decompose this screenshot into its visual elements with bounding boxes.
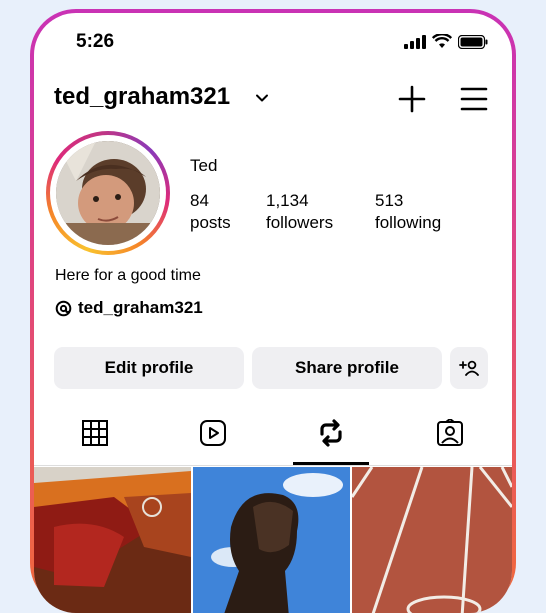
account-username[interactable]: ted_graham321 <box>54 83 230 111</box>
tagged-icon[interactable] <box>436 419 464 447</box>
stat-followers-label: followers <box>266 213 334 232</box>
signal-icon <box>404 34 426 49</box>
add-person-icon <box>459 360 479 376</box>
stat-posts[interactable]: 84 posts <box>190 190 231 234</box>
avatar-ring-gap <box>50 135 166 251</box>
discover-people-button[interactable] <box>450 347 488 389</box>
edit-profile-button[interactable]: Edit profile <box>54 347 244 389</box>
tab-divider <box>34 465 512 466</box>
avatar[interactable] <box>56 141 160 245</box>
status-time: 5:26 <box>76 31 115 52</box>
threads-icon <box>55 300 72 316</box>
profile-header: ted_graham321 <box>34 83 512 119</box>
avatar-photo <box>56 141 160 245</box>
stat-following-value: 513 <box>375 191 404 210</box>
display-name: Ted <box>190 156 218 175</box>
post-thumbnail-car[interactable] <box>34 467 191 613</box>
grid-icon[interactable] <box>81 419 109 447</box>
share-profile-button[interactable]: Share profile <box>252 347 442 389</box>
post-image-track <box>352 467 512 613</box>
bio-text: Here for a good time <box>55 267 201 284</box>
menu-icon[interactable] <box>460 86 488 112</box>
stat-followers[interactable]: 1,134 followers <box>266 190 333 234</box>
status-icons <box>404 34 488 49</box>
battery-icon <box>458 34 488 49</box>
stat-following-label: following <box>375 213 442 232</box>
wifi-icon <box>432 34 452 48</box>
status-bar: 5:26 <box>34 13 512 63</box>
app-screen: 5:26 ted_graham321 Ted 84 posts 1,134 fo… <box>34 13 512 613</box>
threads-link[interactable]: ted_graham321 <box>55 298 203 318</box>
chevron-down-icon[interactable] <box>255 91 269 105</box>
stat-posts-label: posts <box>190 213 231 232</box>
plus-icon[interactable] <box>398 85 426 113</box>
post-image-portrait <box>193 467 350 613</box>
reposts-icon[interactable] <box>317 419 345 447</box>
post-image-car <box>34 467 191 613</box>
post-thumbnail-portrait[interactable] <box>193 467 350 613</box>
post-thumbnail-track[interactable] <box>352 467 512 613</box>
stat-posts-value: 84 <box>190 191 209 210</box>
avatar-story-ring[interactable] <box>46 131 170 255</box>
stat-followers-value: 1,134 <box>266 191 309 210</box>
reels-icon[interactable] <box>199 419 227 447</box>
threads-handle: ted_graham321 <box>78 298 203 317</box>
stat-following[interactable]: 513 following <box>375 190 441 234</box>
